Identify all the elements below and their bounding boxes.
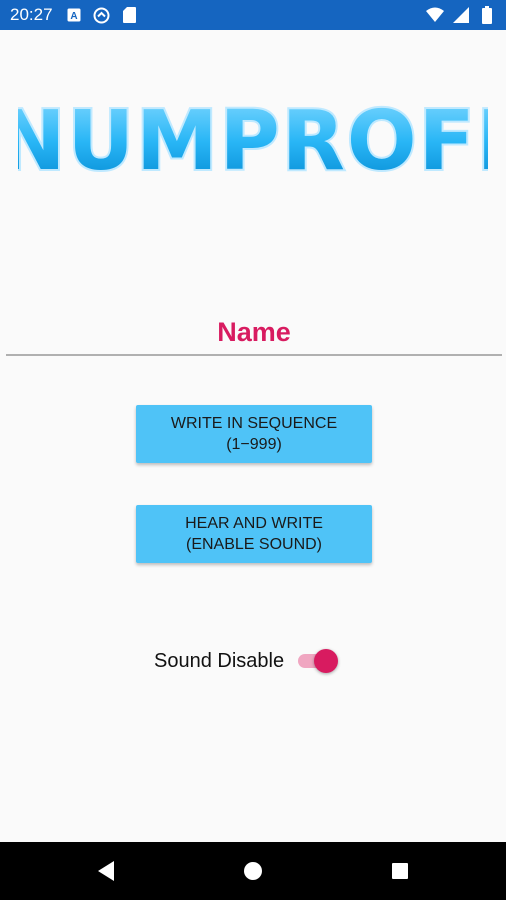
navigation-bar bbox=[0, 842, 506, 900]
back-icon bbox=[98, 861, 114, 881]
battery-icon bbox=[478, 6, 496, 24]
signal-icon bbox=[452, 6, 470, 24]
numprofi-logo: NUMPROFI bbox=[0, 92, 506, 191]
status-icons-right bbox=[426, 6, 496, 24]
back-button[interactable] bbox=[76, 842, 136, 900]
sound-disable-label: Sound Disable bbox=[154, 649, 285, 672]
recents-icon bbox=[392, 863, 408, 879]
recents-button[interactable] bbox=[370, 842, 430, 900]
logo-text: NUMPROFI bbox=[18, 95, 488, 185]
write-in-sequence-label-line1: WRITE IN SEQUENCE bbox=[170, 415, 338, 432]
sound-disable-switch[interactable] bbox=[298, 648, 339, 674]
status-time: 20:27 bbox=[10, 5, 53, 24]
status-bar: 20:27 A bbox=[0, 0, 506, 30]
status-icons-left: A bbox=[65, 6, 139, 24]
wifi-icon bbox=[426, 6, 444, 24]
sync-icon bbox=[93, 6, 111, 24]
sound-setting-row: Sound Disable bbox=[154, 645, 339, 677]
sd-card-icon bbox=[121, 6, 139, 24]
write-in-sequence-button[interactable]: WRITE IN SEQUENCE (1−999) bbox=[136, 405, 372, 463]
svg-text:A: A bbox=[70, 11, 77, 22]
home-button[interactable] bbox=[223, 842, 283, 900]
hear-and-write-label-line1: HEAR AND WRITE bbox=[185, 515, 323, 532]
home-icon bbox=[244, 862, 262, 880]
hear-and-write-label-line2: (ENABLE SOUND) bbox=[185, 536, 323, 553]
text-recognition-icon: A bbox=[65, 6, 83, 24]
switch-thumb bbox=[314, 649, 339, 673]
name-input[interactable] bbox=[6, 310, 502, 356]
logo-graphic: NUMPROFI bbox=[0, 92, 506, 191]
hear-and-write-button[interactable]: HEAR AND WRITE (ENABLE SOUND) bbox=[136, 505, 372, 563]
write-in-sequence-label-line2: (1−999) bbox=[226, 436, 282, 453]
